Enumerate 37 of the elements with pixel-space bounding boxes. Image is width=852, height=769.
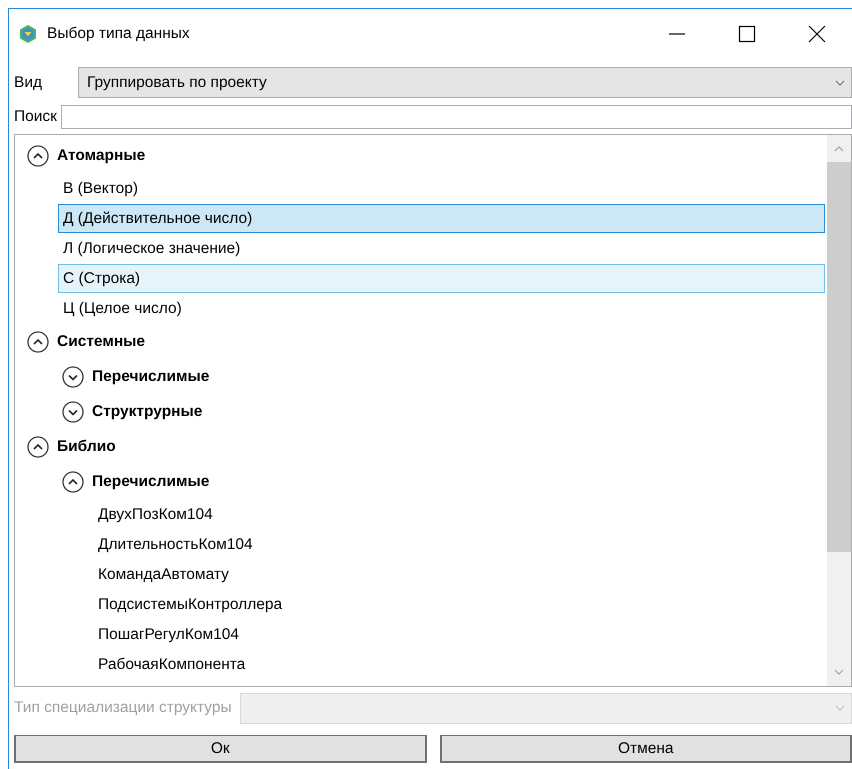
- minimize-icon: [669, 32, 685, 34]
- cancel-button[interactable]: Отмена: [440, 735, 852, 763]
- tree-item[interactable]: Л (Логическое значение): [58, 234, 825, 263]
- collapse-icon[interactable]: [27, 144, 49, 166]
- tree-group-label[interactable]: Перечислимые: [92, 368, 210, 386]
- tree-item[interactable]: РабочаяКомпонента: [93, 650, 825, 679]
- tree-item[interactable]: ПодсистемыКонтроллера: [93, 590, 825, 619]
- close-icon: [807, 24, 827, 44]
- chevron-down-icon: [835, 705, 845, 711]
- search-label: Поиск: [14, 108, 57, 126]
- tree-group-label[interactable]: Атомарные: [57, 146, 146, 164]
- collapse-icon[interactable]: [27, 436, 49, 458]
- tree-group-label[interactable]: Перечислимые: [92, 472, 210, 490]
- tree-item[interactable]: ПошагРегулКом104: [93, 620, 825, 649]
- tree-item[interactable]: Ц (Целое число): [58, 294, 825, 323]
- tree-group-label[interactable]: Структрурные: [92, 402, 202, 420]
- tree-group-label[interactable]: Системные: [57, 332, 146, 350]
- tree-group-label[interactable]: Библио: [57, 438, 116, 456]
- view-label: Вид: [14, 74, 44, 92]
- tree-item[interactable]: В (Вектор): [58, 174, 825, 203]
- tree-item[interactable]: ДлительностьКом104: [93, 530, 825, 559]
- tree-item[interactable]: ДвухПозКом104: [93, 500, 825, 529]
- collapse-icon[interactable]: [27, 330, 49, 352]
- expand-icon[interactable]: [62, 366, 84, 388]
- app-icon: [18, 24, 38, 44]
- window-title: Выбор типа данных: [47, 24, 190, 42]
- tree-item[interactable]: КомандаАвтомату: [93, 560, 825, 589]
- collapse-icon[interactable]: [62, 470, 84, 492]
- view-dropdown[interactable]: Группировать по проекту: [78, 67, 852, 98]
- expand-icon[interactable]: [62, 400, 84, 422]
- specialization-label: Тип специализации структуры: [14, 699, 232, 717]
- chevron-down-icon: [835, 80, 845, 86]
- tree-item[interactable]: Д (Действительное число): [58, 204, 825, 233]
- search-field[interactable]: [60, 105, 852, 129]
- tree-item[interactable]: С (Строка): [58, 264, 825, 293]
- maximize-icon: [737, 24, 757, 44]
- ok-button[interactable]: Ок: [14, 735, 426, 763]
